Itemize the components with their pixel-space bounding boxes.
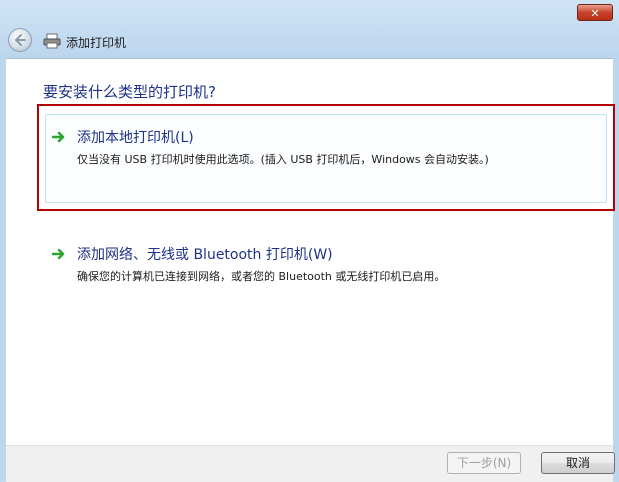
- navigation-bar: 添加打印机: [8, 28, 619, 56]
- wizard-content: 要安装什么类型的打印机? 添加本地打印机(L) 仅当没有 USB 打印机时使用此…: [6, 58, 615, 445]
- option-description: 确保您的计算机已连接到网络，或者您的 Bluetooth 或无线打印机已启用。: [77, 270, 446, 283]
- close-icon: ✕: [590, 7, 600, 20]
- option-add-local-printer[interactable]: 添加本地打印机(L) 仅当没有 USB 打印机时使用此选项。(插入 USB 打印…: [37, 104, 615, 211]
- green-arrow-icon: [52, 131, 65, 143]
- option-title: 添加网络、无线或 Bluetooth 打印机(W): [77, 247, 333, 263]
- page-heading: 要安装什么类型的打印机?: [43, 83, 216, 101]
- back-button[interactable]: [8, 28, 32, 52]
- window-title: 添加打印机: [66, 36, 127, 50]
- option-add-network-printer[interactable]: 添加网络、无线或 Bluetooth 打印机(W) 确保您的计算机已连接到网络，…: [45, 237, 605, 287]
- printer-icon: [43, 33, 61, 49]
- wizard-footer: 下一步(N) 取消: [6, 445, 615, 482]
- option-title: 添加本地打印机(L): [77, 130, 194, 146]
- close-button[interactable]: ✕: [577, 4, 613, 21]
- next-button[interactable]: 下一步(N): [447, 452, 521, 474]
- green-arrow-icon: [52, 248, 65, 260]
- back-arrow-icon: [15, 34, 26, 46]
- option-description: 仅当没有 USB 打印机时使用此选项。(插入 USB 打印机后，Windows …: [77, 153, 489, 166]
- add-printer-window: ✕ 添加打印机 要安装什么类型的打印机? 添加本地打印机(L) 仅当没有 USB…: [0, 0, 619, 482]
- cancel-button[interactable]: 取消: [541, 452, 615, 474]
